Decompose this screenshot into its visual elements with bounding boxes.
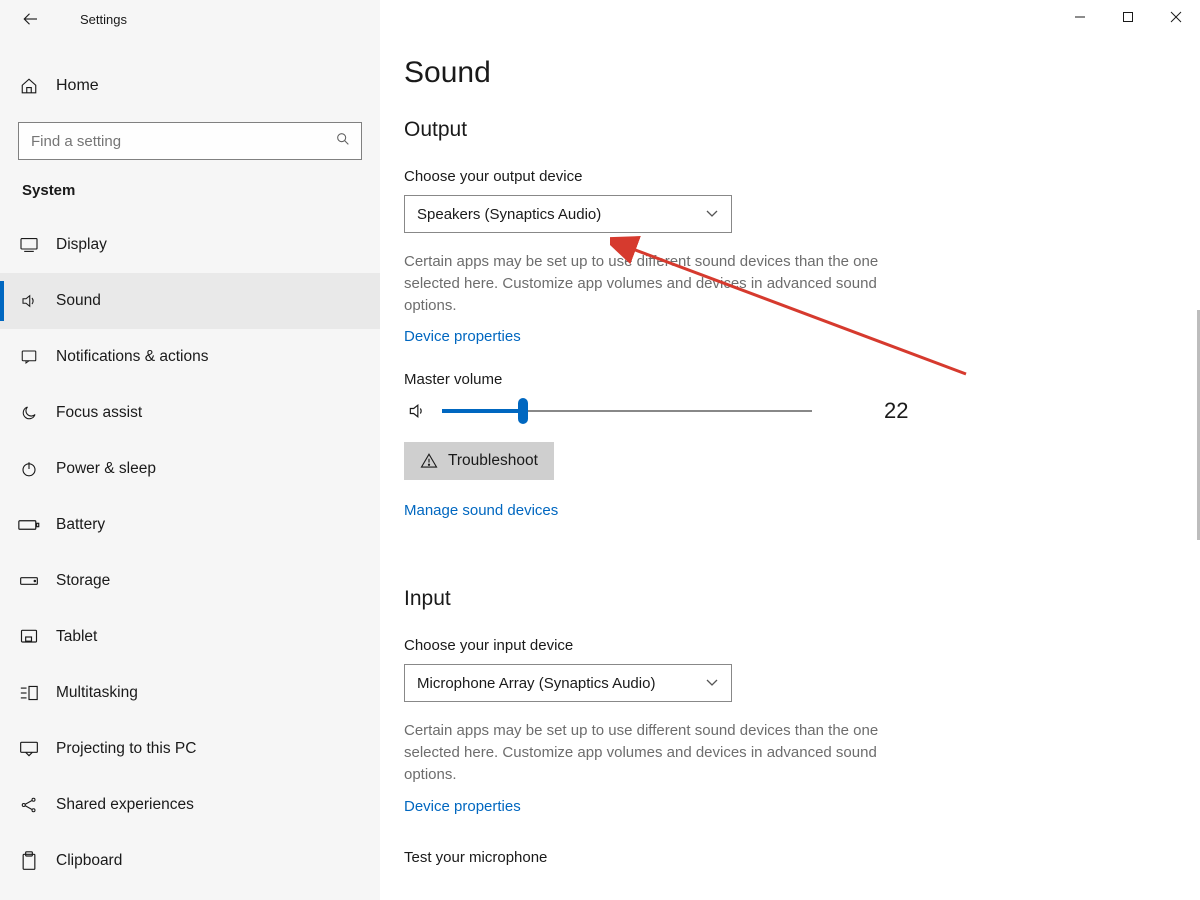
troubleshoot-label: Troubleshoot [448, 452, 538, 470]
back-arrow-icon[interactable] [20, 8, 42, 30]
sidebar-item-projecting[interactable]: Projecting to this PC [0, 721, 380, 777]
sidebar-item-label: Storage [56, 572, 110, 590]
main-panel: Sound Output Choose your output device S… [380, 0, 1200, 900]
master-volume-label: Master volume [404, 371, 1180, 388]
sidebar-item-label: Notifications & actions [56, 348, 209, 366]
volume-slider[interactable] [442, 399, 812, 423]
sidebar-item-label: Tablet [56, 628, 97, 646]
sound-icon [18, 292, 40, 310]
sidebar-item-label: Clipboard [56, 852, 122, 870]
sidebar-item-multitasking[interactable]: Multitasking [0, 665, 380, 721]
display-icon [18, 237, 40, 253]
storage-icon [18, 574, 40, 588]
section-input-heading: Input [404, 587, 1180, 611]
home-label: Home [56, 77, 99, 95]
sidebar-item-label: Battery [56, 516, 105, 534]
warning-icon [420, 452, 438, 470]
content-scroll: Sound Output Choose your output device S… [380, 0, 1200, 900]
input-choose-label: Choose your input device [404, 637, 1180, 654]
sidebar-item-label: Projecting to this PC [56, 740, 196, 758]
settings-sidebar: Settings Home System [0, 0, 380, 900]
tablet-icon [18, 628, 40, 646]
output-device-dropdown[interactable]: Speakers (Synaptics Audio) [404, 195, 732, 233]
close-button[interactable] [1152, 0, 1200, 34]
sidebar-item-shared-experiences[interactable]: Shared experiences [0, 777, 380, 833]
input-device-selected: Microphone Array (Synaptics Audio) [417, 675, 655, 692]
sidebar-nav: Display Sound Notifications & actions [0, 217, 380, 889]
troubleshoot-button[interactable]: Troubleshoot [404, 442, 554, 480]
multitasking-icon [18, 684, 40, 702]
sidebar-home[interactable]: Home [0, 60, 380, 112]
sidebar-item-tablet[interactable]: Tablet [0, 609, 380, 665]
battery-icon [18, 518, 40, 532]
projecting-icon [18, 740, 40, 758]
maximize-button[interactable] [1104, 0, 1152, 34]
chevron-down-icon [705, 206, 719, 223]
search-wrap [18, 122, 362, 160]
sidebar-item-label: Shared experiences [56, 796, 194, 814]
notifications-icon [18, 348, 40, 366]
output-choose-label: Choose your output device [404, 168, 1180, 185]
sidebar-item-notifications[interactable]: Notifications & actions [0, 329, 380, 385]
output-help-text: Certain apps may be set up to use differ… [404, 251, 924, 316]
sidebar-item-sound[interactable]: Sound [0, 273, 380, 329]
window-title: Settings [80, 12, 127, 27]
share-icon [18, 796, 40, 814]
sidebar-section-title: System [0, 182, 380, 199]
speaker-icon[interactable] [404, 401, 430, 421]
sidebar-item-label: Display [56, 236, 107, 254]
sidebar-header: Settings [0, 0, 380, 38]
clipboard-icon [18, 851, 40, 871]
window-controls [1056, 0, 1200, 34]
sidebar-item-clipboard[interactable]: Clipboard [0, 833, 380, 889]
page-title: Sound [404, 56, 1180, 90]
search-input[interactable] [18, 122, 362, 160]
chevron-down-icon [705, 675, 719, 692]
input-device-dropdown[interactable]: Microphone Array (Synaptics Audio) [404, 664, 732, 702]
sidebar-item-battery[interactable]: Battery [0, 497, 380, 553]
sidebar-item-label: Power & sleep [56, 460, 156, 478]
sidebar-item-label: Sound [56, 292, 101, 310]
section-output-heading: Output [404, 118, 1180, 142]
search-field[interactable] [29, 132, 335, 151]
sidebar-item-power-sleep[interactable]: Power & sleep [0, 441, 380, 497]
input-device-properties-link[interactable]: Device properties [404, 798, 521, 815]
search-icon [335, 131, 351, 151]
sidebar-item-storage[interactable]: Storage [0, 553, 380, 609]
test-mic-label: Test your microphone [404, 849, 1180, 866]
output-device-selected: Speakers (Synaptics Audio) [417, 206, 601, 223]
home-icon [18, 77, 40, 95]
power-icon [18, 460, 40, 478]
output-device-properties-link[interactable]: Device properties [404, 328, 521, 345]
volume-value: 22 [884, 398, 908, 424]
minimize-button[interactable] [1056, 0, 1104, 34]
sidebar-item-label: Focus assist [56, 404, 142, 422]
input-help-text: Certain apps may be set up to use differ… [404, 720, 924, 785]
sidebar-item-label: Multitasking [56, 684, 138, 702]
sidebar-item-focus-assist[interactable]: Focus assist [0, 385, 380, 441]
moon-icon [18, 404, 40, 422]
sidebar-item-display[interactable]: Display [0, 217, 380, 273]
master-volume-row: 22 [404, 398, 1180, 424]
manage-sound-devices-link[interactable]: Manage sound devices [404, 502, 558, 519]
